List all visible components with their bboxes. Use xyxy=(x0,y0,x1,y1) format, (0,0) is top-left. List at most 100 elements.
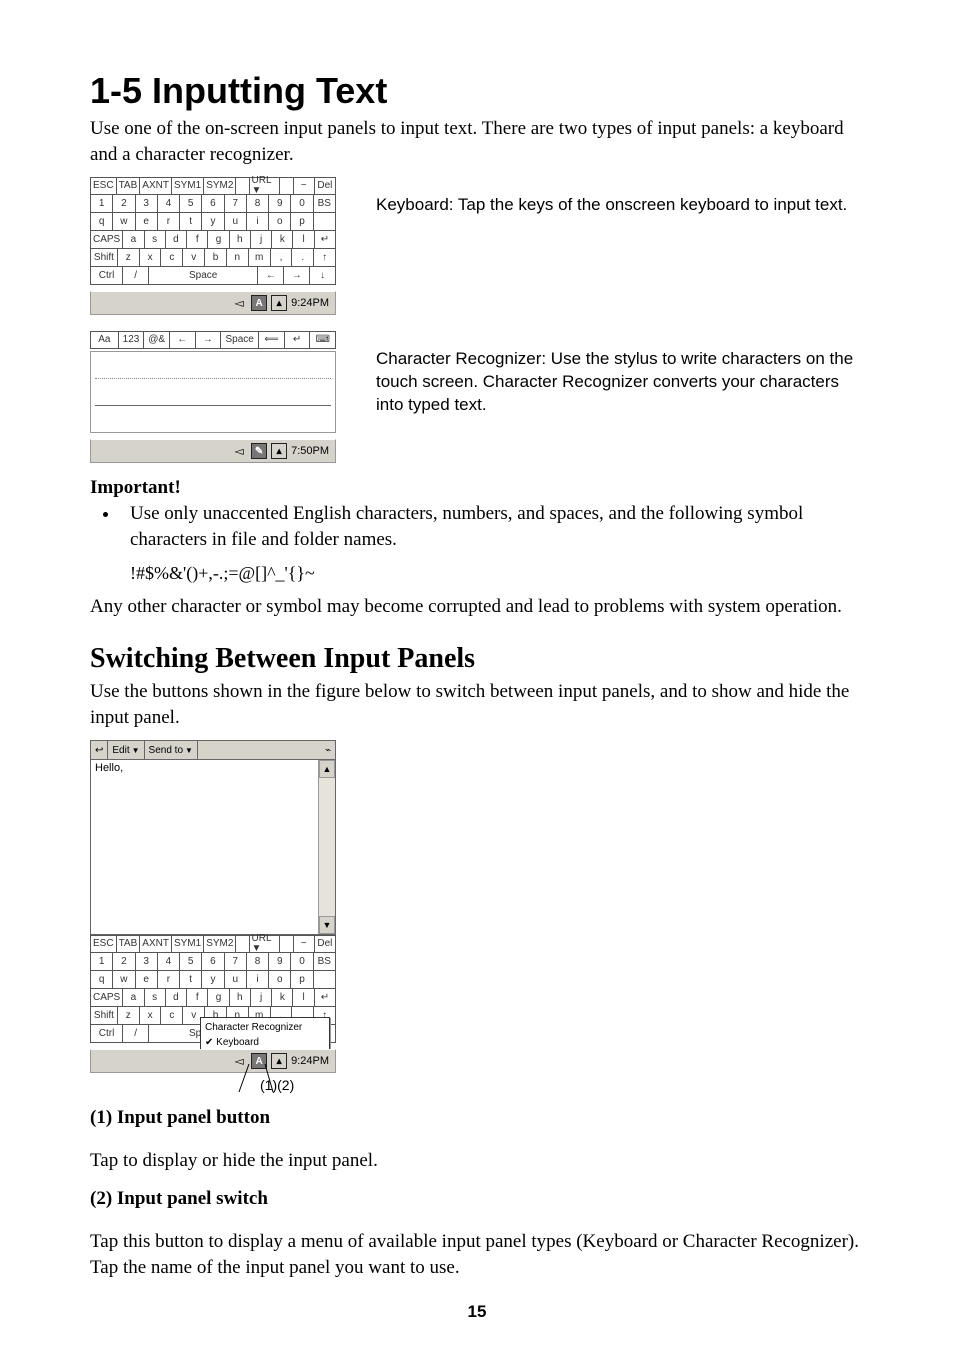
important-after: Any other character or symbol may become… xyxy=(90,594,864,620)
keyboard-key: Ctrl xyxy=(90,267,122,285)
keyboard-key: y xyxy=(201,971,223,989)
keyboard-key: , xyxy=(270,249,292,267)
keyboard-key: URL ▼ xyxy=(249,177,280,195)
keyboard-key: 0 xyxy=(290,195,312,213)
keyboard-key: 1 xyxy=(90,195,112,213)
keyboard-key: → xyxy=(195,331,221,349)
keyboard-key xyxy=(235,177,248,195)
input-panel-button-icon: A xyxy=(251,295,267,311)
keyboard-key: 5 xyxy=(179,953,201,971)
keyboard-key: 3 xyxy=(135,953,157,971)
keyboard-key: y xyxy=(201,213,223,231)
keyboard-key xyxy=(235,935,248,953)
keyboard-key: ESC xyxy=(90,935,116,953)
keyboard-key: URL ▼ xyxy=(249,935,280,953)
keyboard-key: t xyxy=(179,971,201,989)
keyboard-key: CAPS xyxy=(90,231,122,249)
keyboard-key: / xyxy=(122,1025,148,1043)
keyboard-key: 9 xyxy=(268,195,290,213)
input-panel-button-icon: A xyxy=(251,1053,267,1069)
keyboard-key: SYM2 xyxy=(203,935,235,953)
keyboard-section: ESCTABAXNTSYM1SYM2URL ▼−Del 1234567890BS… xyxy=(90,177,864,315)
keyboard-key xyxy=(313,971,336,989)
keyboard-key: w xyxy=(112,213,134,231)
keyboard-key: SYM1 xyxy=(171,177,203,195)
keyboard-key: ↑ xyxy=(313,249,336,267)
defn-1-body: Tap to display or hide the input panel. xyxy=(90,1148,864,1174)
keyboard-key: l xyxy=(292,231,313,249)
taskbar-time: 9:24PM xyxy=(291,1055,329,1067)
keyboard-key: z xyxy=(117,249,139,267)
menu-item-recognizer: Character Recognizer xyxy=(205,1020,325,1035)
page: 1-5 Inputting Text Use one of the on-scr… xyxy=(0,0,954,1352)
keyboard-key: e xyxy=(135,213,157,231)
keyboard-key: k xyxy=(271,989,292,1007)
keyboard-key: Del xyxy=(314,177,336,195)
keyboard-key: k xyxy=(271,231,292,249)
keyboard-key: c xyxy=(160,1007,182,1025)
keyboard-key: ↵ xyxy=(314,989,336,1007)
keyboard-key: 4 xyxy=(157,195,179,213)
keyboard-key: r xyxy=(157,971,179,989)
keyboard-key: p xyxy=(290,971,312,989)
recognizer-screenshot: Aa123@&←→Space⟸↵⌨ ◅ ✎ ▴ 7:50PM xyxy=(90,331,336,463)
keyboard-key: b xyxy=(204,249,226,267)
keyboard-key: TAB xyxy=(116,935,140,953)
keyboard-key: q xyxy=(90,213,112,231)
keyboard-key: ← xyxy=(257,267,283,285)
important-label: Important! xyxy=(90,477,864,499)
keyboard-key: t xyxy=(179,213,201,231)
keyboard-key: w xyxy=(112,971,134,989)
keyboard-key xyxy=(313,213,336,231)
menu-item-keyboard: ✔ Keyboard xyxy=(205,1035,325,1050)
defn-1-head: (1) Input panel button xyxy=(90,1107,864,1129)
recognizer-description: Character Recognizer: Use the stylus to … xyxy=(376,348,864,417)
keyboard-key: Space xyxy=(148,267,257,285)
keyboard-key: ↵ xyxy=(284,331,310,349)
edit-menu: Edit▼ xyxy=(108,741,144,759)
keyboard-key: z xyxy=(117,1007,139,1025)
keyboard-key: s xyxy=(144,989,165,1007)
keyboard-key: m xyxy=(248,249,270,267)
keyboard-key: v xyxy=(182,249,204,267)
keyboard-key: 9 xyxy=(268,953,290,971)
defn-2-body: Tap this button to display a menu of ava… xyxy=(90,1229,864,1280)
back-icon: ↩ xyxy=(91,741,108,759)
keyboard-key: 4 xyxy=(157,953,179,971)
input-panel-button-icon: ✎ xyxy=(251,443,267,459)
important-bullet: Use only unaccented English characters, … xyxy=(120,501,864,552)
keyboard-key: x xyxy=(139,249,161,267)
keyboard-key: e xyxy=(135,971,157,989)
beam-icon: ⌁ xyxy=(321,741,335,759)
callout-labels: (1)(2) xyxy=(90,1077,336,1093)
keyboard-key: 3 xyxy=(135,195,157,213)
keyboard-key: BS xyxy=(313,953,336,971)
connection-icon: ◅ xyxy=(231,295,247,311)
keyboard-key: g xyxy=(207,231,228,249)
keyboard-screenshot: ESCTABAXNTSYM1SYM2URL ▼−Del 1234567890BS… xyxy=(90,177,336,315)
keyboard-key: AXNT xyxy=(139,177,171,195)
keyboard-key: u xyxy=(224,213,246,231)
switching-screenshot: ↩ Edit▼ Send to▼ ⌁ Hello, ▲ ▼ ESCTABAXNT… xyxy=(90,740,336,1093)
input-panel-menu: Character Recognizer ✔ Keyboard xyxy=(200,1017,330,1053)
keyboard-key xyxy=(279,935,292,953)
keyboard-key: Aa xyxy=(90,331,118,349)
keyboard-key: 2 xyxy=(112,953,134,971)
editor-text: Hello, xyxy=(95,762,123,774)
keyboard-key: f xyxy=(186,989,207,1007)
keyboard-key: a xyxy=(122,989,143,1007)
recognizer-write-area xyxy=(90,351,336,433)
keyboard-key: 8 xyxy=(246,195,268,213)
keyboard-key: 7 xyxy=(224,195,246,213)
allowed-symbols: !#$%&'()+,-.;=@[]^_'{}~ xyxy=(130,563,864,584)
keyboard-key: 1 xyxy=(90,953,112,971)
keyboard-key: TAB xyxy=(116,177,140,195)
keyboard-key: SYM1 xyxy=(171,935,203,953)
input-panel-switch-icon: ▴ xyxy=(271,295,287,311)
connection-icon: ◅ xyxy=(231,1053,247,1069)
keyboard-key: o xyxy=(268,213,290,231)
keyboard-key: h xyxy=(229,989,250,1007)
keyboard-key: g xyxy=(207,989,228,1007)
keyboard-key: d xyxy=(165,231,186,249)
keyboard-key: 7 xyxy=(224,953,246,971)
